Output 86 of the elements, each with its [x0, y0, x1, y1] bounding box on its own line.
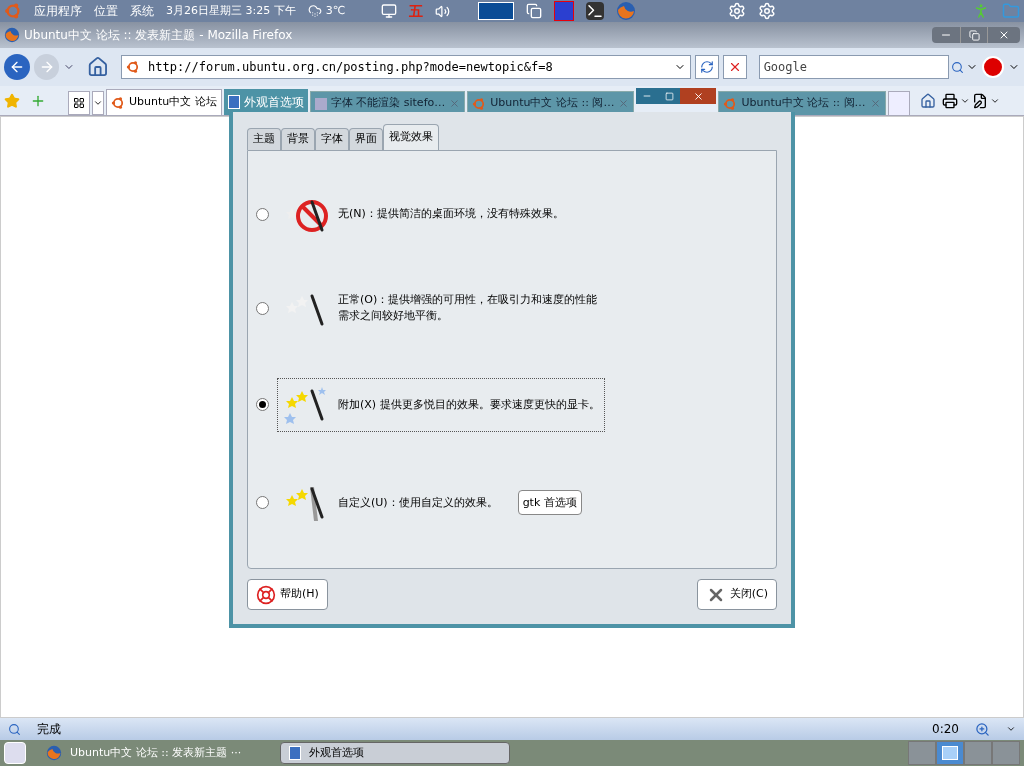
dialog-minimize-button[interactable]	[636, 88, 659, 104]
launcher-icon[interactable]	[526, 3, 543, 19]
dialog-tab[interactable]: 界面	[349, 128, 383, 150]
dialog-tab[interactable]: 主题	[247, 128, 281, 150]
app-launcher-icon[interactable]	[478, 2, 515, 20]
window-title: Ubuntu中文 论坛 :: 发表新主题 - Mozilla Firefox	[24, 27, 293, 44]
browser-tab[interactable]: Ubuntu中文 论坛 :: 阅…	[467, 91, 635, 115]
lifebuoy-icon	[256, 584, 276, 605]
caret-icon	[93, 98, 103, 108]
ubuntu-logo-icon	[111, 95, 125, 110]
url-field[interactable]: http://forum.ubuntu.org.cn/posting.php?mode=newtopic&f=8	[121, 55, 692, 79]
status-text: 完成	[37, 721, 61, 738]
browser-tab[interactable]: Ubuntu中文 论坛	[106, 89, 222, 115]
option-label[interactable]: 正常(O)：提供增强的可用性，在吸引力和速度的性能需求之间较好地平衡。	[338, 292, 598, 325]
workspace-cell[interactable]	[992, 741, 1020, 765]
settings-icon[interactable]	[758, 2, 777, 20]
dialog-close-button[interactable]	[680, 88, 717, 104]
ubuntu-logo-icon	[472, 96, 487, 111]
network-icon[interactable]	[381, 3, 398, 19]
panel-menu[interactable]: 应用程序	[34, 2, 82, 20]
dialog-tab[interactable]: 视觉效果	[383, 124, 439, 150]
dialog-tab[interactable]: 字体	[315, 128, 349, 150]
help-button[interactable]: 帮助(H)	[247, 579, 328, 610]
dialog-window-icon	[227, 95, 240, 109]
panel-menu[interactable]: 系统	[130, 2, 154, 20]
workspace-cell[interactable]	[964, 741, 992, 765]
option-label[interactable]: 无(N)：提供简洁的桌面环境，没有特殊效果。	[338, 206, 564, 223]
gtk-preferences-button[interactable]: gtk 首选项	[517, 490, 582, 516]
show-desktop-button[interactable]	[4, 742, 26, 764]
radio-button[interactable]	[256, 496, 269, 510]
home-icon[interactable]	[919, 92, 936, 109]
panel-menu[interactable]: 位置	[94, 2, 118, 20]
dialog-title: 外观首选项	[243, 94, 304, 111]
maximize-icon	[664, 91, 674, 101]
adblock-icon[interactable]	[982, 56, 1005, 78]
print-icon[interactable]	[941, 92, 958, 109]
tab-overview-button[interactable]	[68, 91, 90, 115]
close-dialog-button[interactable]: 关闭(C)	[696, 579, 777, 610]
grid-icon	[73, 97, 85, 109]
browser-tab[interactable]: Ubuntu中文 论坛 :: 阅…	[718, 91, 886, 115]
page-edit-icon[interactable]	[971, 92, 988, 109]
firefox-logo-icon	[46, 745, 62, 761]
option-label[interactable]: 自定义(U)：使用自定义的效果。	[338, 494, 498, 511]
new-tab-button[interactable]	[887, 91, 910, 115]
gears-icon[interactable]	[728, 2, 747, 20]
search-icon[interactable]	[951, 60, 965, 74]
taskbar-item[interactable]: Ubuntu中文 论坛 :: 发表新主题 ···	[38, 742, 268, 764]
dialog-maximize-button[interactable]	[658, 88, 681, 104]
terminal-icon[interactable]	[586, 2, 605, 20]
reload-icon	[700, 60, 714, 74]
volume-icon[interactable]	[435, 3, 451, 19]
site-icon	[126, 60, 141, 74]
taskbar-item[interactable]: 外观首选项	[280, 742, 510, 764]
bookmark-star-icon[interactable]	[4, 92, 20, 109]
paint-app-icon[interactable]	[554, 1, 575, 21]
minimize-button[interactable]	[932, 27, 960, 43]
zoom-dropdown-icon[interactable]	[1006, 724, 1016, 734]
firefox-logo-icon	[4, 27, 20, 43]
ubuntu-logo-icon	[723, 96, 738, 111]
reload-button[interactable]	[695, 55, 719, 79]
elapsed-time: 0:20	[932, 721, 959, 738]
restore-icon	[968, 29, 980, 41]
dialog-window-icon	[289, 746, 301, 760]
back-button[interactable]	[4, 54, 30, 80]
close-button[interactable]	[988, 27, 1020, 43]
browser-tab[interactable]: 字体 不能渲染 sitefo…	[309, 91, 466, 115]
temperature: 3℃	[325, 2, 346, 19]
search-icon	[8, 722, 21, 736]
radio-button[interactable]	[256, 301, 269, 315]
radio-button[interactable]	[256, 207, 269, 221]
workspace-cell[interactable]	[908, 741, 936, 765]
zoom-icon[interactable]	[975, 721, 990, 737]
workspace-cell[interactable]	[936, 741, 964, 765]
firefox-logo-icon	[616, 1, 637, 21]
weather-icon[interactable]	[307, 4, 322, 18]
page-icon	[314, 97, 327, 110]
dialog-tab[interactable]: 背景	[281, 128, 315, 150]
ubuntu-menu-icon	[4, 2, 22, 20]
home-icon[interactable]	[87, 56, 110, 78]
radio-button[interactable]	[256, 398, 269, 412]
restore-button[interactable]	[960, 27, 988, 43]
search-field[interactable]: Google	[758, 55, 950, 79]
close-icon	[692, 90, 704, 102]
stop-button[interactable]	[722, 55, 747, 79]
panel-clock[interactable]: 3月26日星期三 3:25 下午	[166, 2, 296, 20]
close-icon	[998, 29, 1010, 41]
